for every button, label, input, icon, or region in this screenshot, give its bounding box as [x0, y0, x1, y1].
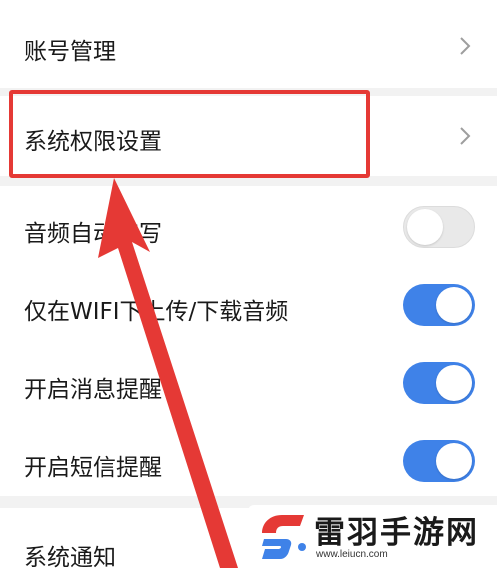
sms-reminder-toggle[interactable] — [403, 440, 475, 482]
audio-auto-transcribe-label: 音频自动转写 — [24, 221, 162, 247]
toggle-knob — [436, 365, 472, 401]
message-reminder-label: 开启消息提醒 — [24, 377, 162, 403]
audio-auto-transcribe-toggle[interactable] — [403, 206, 475, 248]
chevron-right-icon — [455, 36, 475, 56]
account-management-label: 账号管理 — [24, 39, 116, 65]
wifi-only-transfer-label: 仅在WIFI下上传/下载音频 — [24, 299, 289, 325]
toggle-knob — [407, 209, 443, 245]
toggle-knob — [436, 287, 472, 323]
account-management-row[interactable]: 账号管理 — [0, 0, 497, 88]
watermark-title: 雷羽手游网 — [314, 515, 479, 551]
watermark: 雷羽手游网 www.leiucn.com — [248, 505, 497, 568]
toggle-knob — [436, 443, 472, 479]
highlight-box — [9, 90, 370, 178]
settings-screen: 账号管理 系统权限设置 音频自动转写 仅在WIFI下上传/下载音频 开启消息提醒… — [0, 0, 497, 568]
message-reminder-toggle[interactable] — [403, 362, 475, 404]
chevron-right-icon — [455, 126, 475, 146]
watermark-url: www.leiucn.com — [316, 549, 388, 560]
sms-reminder-label: 开启短信提醒 — [24, 455, 162, 481]
system-notification-label: 系统通知 — [24, 545, 116, 568]
wifi-only-transfer-toggle[interactable] — [403, 284, 475, 326]
watermark-logo-icon — [262, 515, 306, 559]
toggle-group: 音频自动转写 仅在WIFI下上传/下载音频 开启消息提醒 开启短信提醒 — [0, 186, 497, 496]
